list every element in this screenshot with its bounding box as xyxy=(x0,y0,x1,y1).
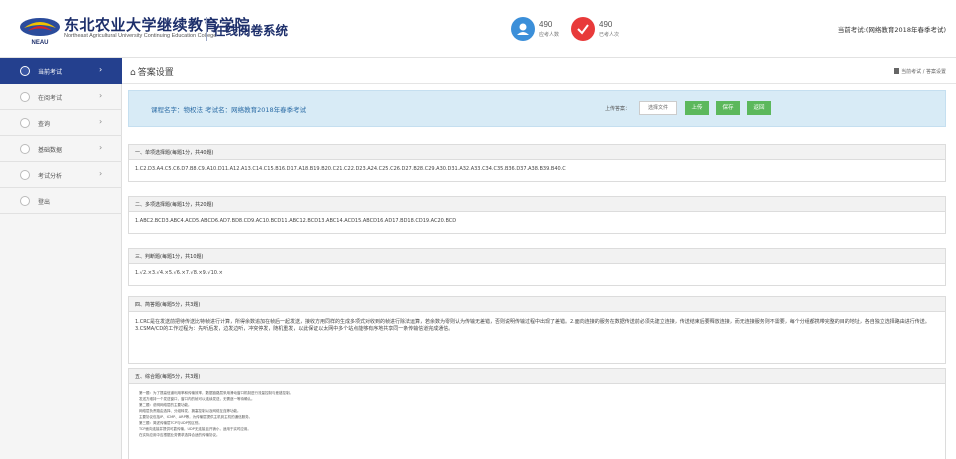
sidebar-item-label: 登出 xyxy=(38,199,51,206)
essay-answer-image: 第一题：为了提高信道利用率和传输效率，数据链路层采用滑动窗口机制进行流量控制与差… xyxy=(139,390,399,450)
sidebar: 当前考试 › 在阅考试 › 查询 › 基础数据 › 考试分析 › 登出 xyxy=(0,58,122,459)
section-title: 四、简答题(每题5分，共3题) xyxy=(135,302,201,308)
section-answers: 1.√2.×3.√4.×5.√6.×7.√8.×9.√10.× xyxy=(135,270,223,276)
section-header: 五、综合题(每题5分，共3题) xyxy=(129,369,945,384)
logout-icon xyxy=(20,196,30,206)
section-answers: 1.ABC2.BCD3.ABC4.ACD5.ABCD6.AD7.BD8.CD9.… xyxy=(135,218,457,224)
back-button[interactable]: 返回 xyxy=(747,101,771,115)
sidebar-item-exam-analysis[interactable]: 考试分析 › xyxy=(0,162,122,188)
stat-value: 490 xyxy=(599,20,613,29)
system-name: 在线阅卷系统 xyxy=(213,23,289,38)
section-title: 五、综合题(每题5分，共3题) xyxy=(135,374,201,380)
section-header: 四、简答题(每题5分，共3题) xyxy=(129,297,945,312)
section-header: 一、单项选择题(每题1分，共40题) xyxy=(129,145,945,160)
main-content: ⌂ 答案设置 当前考试 / 答案设置 课程名字：物权法 考试名：网络教育2018年… xyxy=(122,58,956,459)
app-header: NEAU 东北农业大学继续教育学院 Northeast Agricultural… xyxy=(0,0,956,58)
save-button[interactable]: 保存 xyxy=(716,101,740,115)
essay-line: 在实际应用中应根据业务需求选择合适的传输协议。 xyxy=(139,433,220,437)
section-single-choice: 一、单项选择题(每题1分，共40题) 1.C2.D3.A4.C5.C6.D7.B… xyxy=(128,144,946,182)
breadcrumb: 当前考试 / 答案设置 xyxy=(894,68,946,75)
upload-button[interactable]: 上传 xyxy=(685,101,709,115)
chevron-right-icon: › xyxy=(99,143,103,152)
current-exam-label[interactable]: 当前考试:(网络教育2018年春季考试) xyxy=(838,24,946,34)
stat-value: 490 xyxy=(539,20,553,29)
sidebar-item-search[interactable]: 查询 › xyxy=(0,110,122,136)
section-header: 二、多项选择题(每题1分，共20题) xyxy=(129,197,945,212)
chart-icon xyxy=(20,170,30,180)
choose-file-button[interactable]: 选择文件 xyxy=(639,101,677,115)
brand-divider xyxy=(206,17,207,41)
section-short-answer: 四、简答题(每题5分，共3题) 1.CRC是在发送前把待传送比特帧进行计算，所得… xyxy=(128,296,946,364)
document-icon xyxy=(894,68,900,74)
breadcrumb-text[interactable]: 当前考试 / 答案设置 xyxy=(901,69,946,75)
section-true-false: 三、判断题(每题1分，共10题) 1.√2.×3.√4.×5.√6.×7.√8.… xyxy=(128,248,946,286)
svg-text:NEAU: NEAU xyxy=(31,40,48,46)
sidebar-item-current-exam[interactable]: 当前考试 › xyxy=(0,58,122,84)
sidebar-item-label: 考试分析 xyxy=(38,173,63,180)
home-icon: ⌂ xyxy=(130,68,136,78)
section-title: 一、单项选择题(每题1分，共40题) xyxy=(135,150,214,156)
page-header: ⌂ 答案设置 当前考试 / 答案设置 xyxy=(122,58,956,84)
section-header: 三、判断题(每题1分，共10题) xyxy=(129,249,945,264)
chevron-right-icon: › xyxy=(99,65,103,74)
course-info-bar: 课程名字：物权法 考试名：网络教育2018年春季考试 上传答案： 选择文件 上传… xyxy=(128,90,946,127)
university-logo-icon: NEAU xyxy=(20,18,60,46)
stat-label: 已考人次 xyxy=(599,32,620,38)
section-title: 三、判断题(每题1分，共10题) xyxy=(135,254,204,260)
sidebar-item-label: 查询 xyxy=(38,121,51,128)
section-title: 二、多项选择题(每题1分，共20题) xyxy=(135,202,214,208)
brand-name-en: Northeast Agricultural University Contin… xyxy=(64,33,217,39)
sidebar-item-label: 基础数据 xyxy=(38,147,63,154)
sidebar-item-label: 在阅考试 xyxy=(38,95,63,102)
course-exam-info: 课程名字：物权法 考试名：网络教育2018年春季考试 xyxy=(151,106,307,114)
chevron-right-icon: › xyxy=(99,91,103,100)
sidebar-item-label: 当前考试 xyxy=(38,69,63,76)
upload-answer-label: 上传答案： xyxy=(605,106,631,112)
database-icon xyxy=(20,144,30,154)
edit-icon xyxy=(20,92,30,102)
section-comprehensive: 五、综合题(每题5分，共3题) 第一题：为了提高信道利用率和传输效率，数据链路层… xyxy=(128,368,946,459)
user-icon xyxy=(511,17,535,41)
page-title-text: 答案设置 xyxy=(137,68,174,78)
stat-label: 应考人数 xyxy=(539,32,560,38)
sidebar-item-grading-exams[interactable]: 在阅考试 › xyxy=(0,84,122,110)
check-icon xyxy=(571,17,595,41)
section-answers: 1.C2.D3.A4.C5.C6.D7.B8.C9.A10.D11.A12.A1… xyxy=(135,166,566,172)
sidebar-item-logout[interactable]: 登出 xyxy=(0,188,122,214)
list-icon xyxy=(20,66,30,76)
chevron-right-icon: › xyxy=(99,117,103,126)
section-multiple-choice: 二、多项选择题(每题1分，共20题) 1.ABC2.BCD3.ABC4.ACD5… xyxy=(128,196,946,234)
section-answers: 1.CRC是在发送前把待传送比特帧进行计算，所得余数追加在帧后一起发送，接收方用… xyxy=(135,319,930,332)
sidebar-item-basic-data[interactable]: 基础数据 › xyxy=(0,136,122,162)
search-icon xyxy=(20,118,30,128)
page-title: ⌂ 答案设置 xyxy=(130,65,174,78)
chevron-right-icon: › xyxy=(99,169,103,178)
